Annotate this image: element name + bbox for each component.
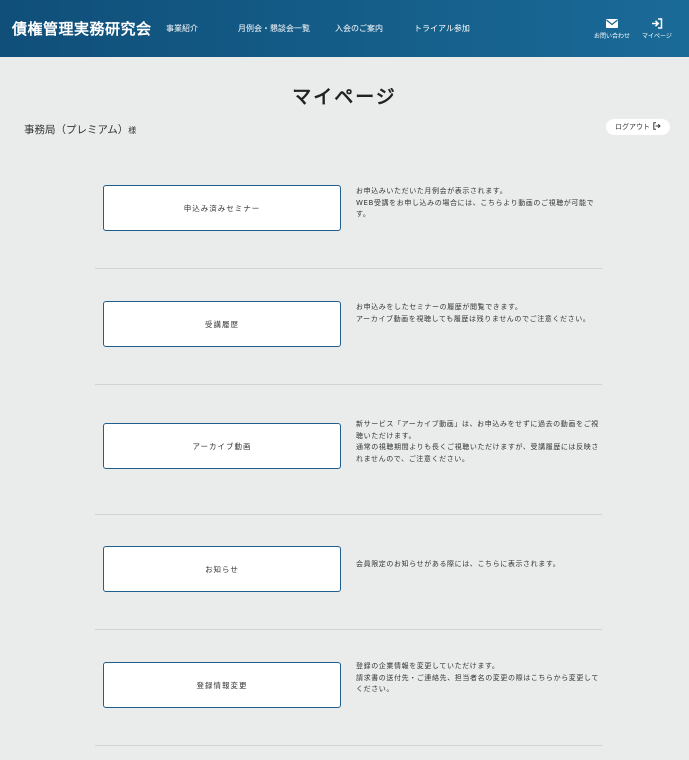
user-honorific: 様 [128,126,137,135]
user-name: 事務局（プレミアム）様 [24,122,136,137]
divider [95,745,602,746]
sign-in-icon [637,14,677,29]
registered-seminars-description: お申込みいただいた月例会が表示されます。 WEB受講をお申し込みの場合には、こちら… [356,187,595,218]
attendance-history-description: お申込みをしたセミナーの履歴が閲覧できます。 アーカイブ動画を視聴しても履歴は残り… [356,303,591,323]
archive-videos-button[interactable]: アーカイブ動画 [103,423,341,469]
update-registration-button[interactable]: 登録情報変更 [103,662,341,708]
contact-button[interactable]: お問い合わせ [592,14,632,40]
nav-trial[interactable]: トライアル参加 [414,23,470,34]
divider [95,514,602,515]
page-title: マイページ [292,86,397,108]
nav-business-intro[interactable]: 事業紹介 [166,23,198,34]
attendance-history-button[interactable]: 受講履歴 [103,301,341,347]
mypage-button[interactable]: マイページ [637,14,677,40]
site-header: 債権管理実務研究会 事業紹介 月例会・懇談会一覧 入会のご案内 トライアル参加 … [0,0,689,57]
registered-seminars-button[interactable]: 申込み済みセミナー [103,185,341,231]
mail-icon [592,14,632,28]
mypage-label: マイページ [642,33,672,40]
site-logo[interactable]: 債権管理実務研究会 [12,18,152,39]
nav-membership-guide[interactable]: 入会のご案内 [335,23,383,34]
logout-icon [653,122,661,132]
nav-events-list[interactable]: 月例会・懇談会一覧 [238,23,310,34]
user-name-text: 事務局（プレミアム） [24,124,129,136]
contact-label: お問い合わせ [593,33,630,40]
divider [95,629,602,630]
logout-label: ログアウト [615,123,650,131]
notices-description: 会員限定のお知らせがある際には、こちらに表示されます。 [356,560,561,568]
logout-button[interactable]: ログアウト [606,119,670,135]
update-registration-description: 登録の企業情報を変更していただけます。 請求書の送付先・ご連絡先、担当者名の変更の… [356,662,599,693]
archive-videos-description: 新サービス「アーカイブ動画」は、お申込みをせずに過去の動画をご視聴いただけます。… [356,420,599,463]
divider [95,384,602,385]
notices-button[interactable]: お知らせ [103,546,341,592]
divider [95,268,602,269]
